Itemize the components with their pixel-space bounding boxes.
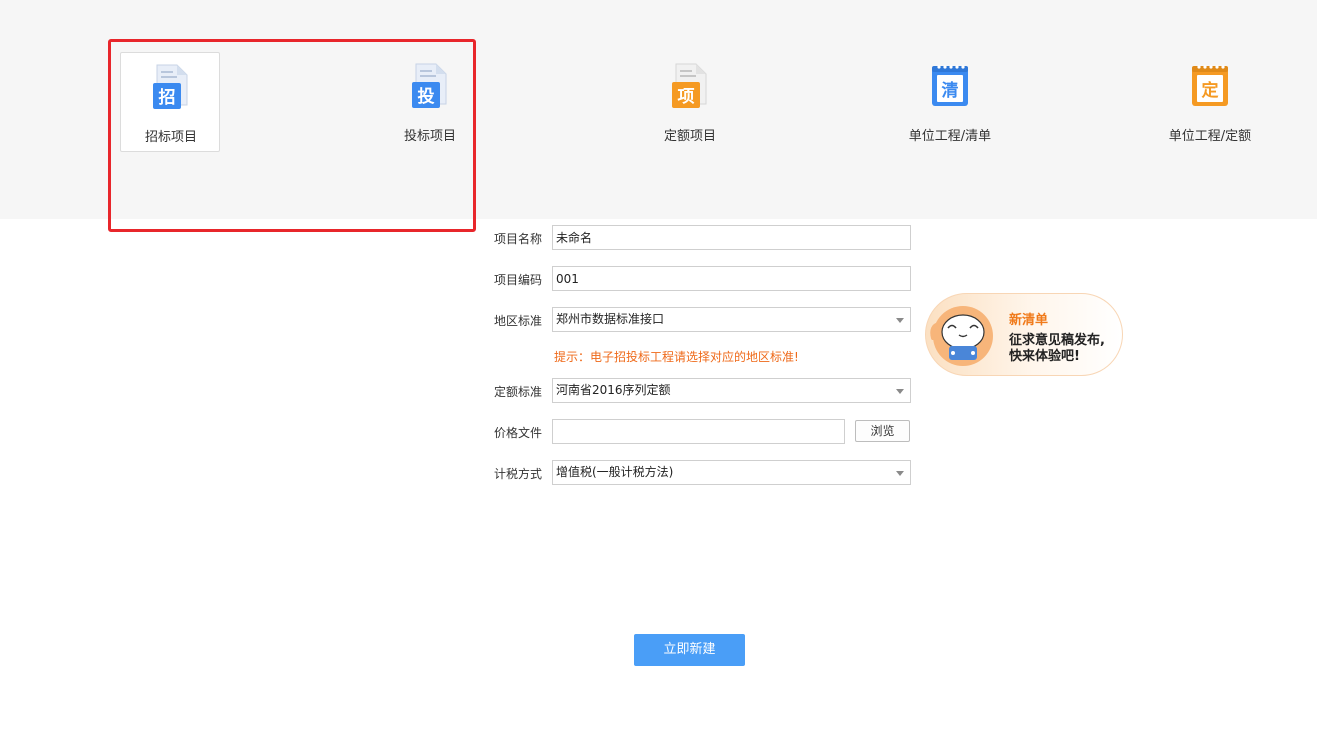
project-type-label: 投标项目 bbox=[403, 129, 456, 144]
promo-title: 新清单 bbox=[1009, 313, 1049, 328]
project-type-label: 单位工程/清单 bbox=[908, 129, 992, 144]
price-file-input[interactable] bbox=[552, 419, 845, 444]
tax-method-value: 增值税(一般计税方法) bbox=[556, 465, 674, 479]
region-standard-select[interactable]: 郑州市数据标准接口 bbox=[552, 307, 911, 332]
mascot-icon bbox=[930, 306, 993, 366]
quota-standard-value: 河南省2016序列定额 bbox=[556, 383, 671, 397]
tax-method-label: 计税方式 bbox=[494, 467, 543, 481]
bid-invitation-icon: 招 bbox=[153, 64, 188, 109]
unit-quota-icon: 定 bbox=[1192, 65, 1228, 106]
svg-text:清: 清 bbox=[942, 80, 959, 101]
tax-method-select[interactable]: 增值税(一般计税方法) bbox=[552, 460, 911, 485]
quota-standard-select[interactable]: 河南省2016序列定额 bbox=[552, 378, 911, 403]
chevron-down-icon bbox=[896, 471, 904, 476]
project-name-label: 项目名称 bbox=[494, 232, 543, 246]
quota-standard-label: 定额标准 bbox=[494, 385, 543, 399]
project-type-label: 单位工程/定额 bbox=[1168, 129, 1252, 144]
chevron-down-icon bbox=[896, 389, 904, 394]
project-code-input[interactable] bbox=[552, 266, 911, 291]
browse-button[interactable]: 浏览 bbox=[855, 420, 910, 442]
project-code-label: 项目编码 bbox=[494, 273, 543, 287]
chevron-down-icon bbox=[896, 318, 904, 323]
unit-bill-icon: 清 bbox=[932, 65, 968, 106]
project-type-unit-quota[interactable]: 定 单位工程/定额 bbox=[1160, 52, 1260, 152]
project-type-bid-submission[interactable]: 投 投标项目 bbox=[380, 52, 480, 152]
create-now-button[interactable]: 立即新建 bbox=[634, 634, 745, 666]
project-type-label: 定额项目 bbox=[663, 129, 716, 144]
project-type-bid-invitation[interactable]: 招 招标项目 bbox=[120, 52, 220, 152]
svg-text:投: 投 bbox=[418, 86, 435, 107]
svg-text:项: 项 bbox=[678, 87, 695, 107]
project-type-quota-project[interactable]: 项 定额项目 bbox=[640, 52, 740, 152]
svg-text:招: 招 bbox=[159, 87, 176, 108]
region-hint: 提示：电子招投标工程请选择对应的地区标准! bbox=[554, 350, 799, 364]
project-name-input[interactable] bbox=[552, 225, 911, 250]
region-standard-label: 地区标准 bbox=[494, 314, 543, 328]
bid-submission-icon: 投 bbox=[412, 63, 447, 108]
new-bill-promo[interactable]: 新清单 征求意见稿发布, 快来体验吧! bbox=[925, 293, 1123, 376]
project-type-label: 招标项目 bbox=[144, 130, 197, 145]
quota-project-icon: 项 bbox=[672, 63, 707, 108]
project-type-unit-bill[interactable]: 清 单位工程/清单 bbox=[900, 52, 1000, 152]
region-standard-value: 郑州市数据标准接口 bbox=[556, 312, 665, 326]
promo-text-line2: 快来体验吧! bbox=[1009, 349, 1080, 364]
svg-text:定: 定 bbox=[1202, 80, 1219, 101]
price-file-label: 价格文件 bbox=[494, 426, 543, 440]
